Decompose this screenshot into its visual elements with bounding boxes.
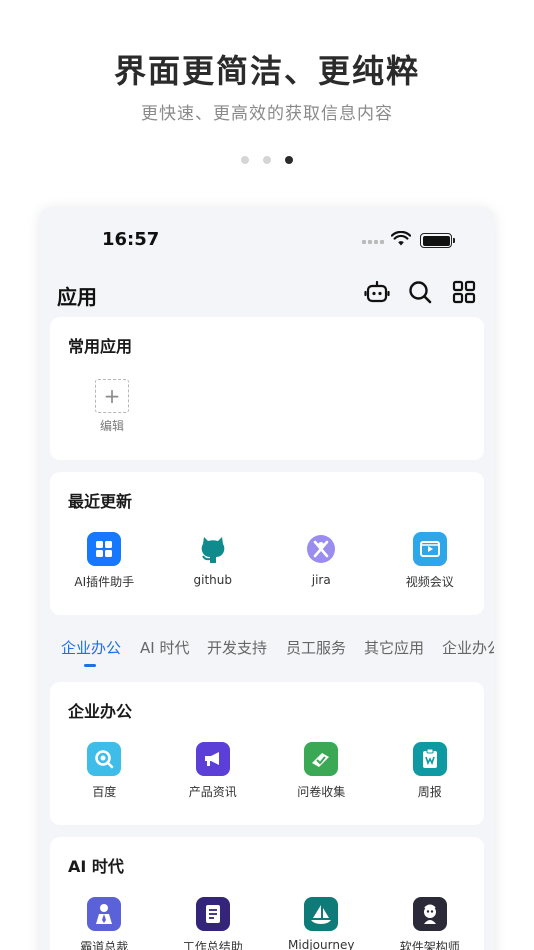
app-president[interactable]: 霸道总裁 — [50, 897, 159, 950]
four-squares-icon — [87, 532, 122, 566]
app-label: 软件架构师 — [399, 940, 460, 950]
app-midjourney[interactable]: Midjourney — [267, 897, 376, 950]
app-label: github — [193, 573, 232, 587]
signal-icon — [362, 240, 384, 244]
hero-title: 界面更简洁、更纯粹 — [113, 52, 420, 90]
tab-indicator — [84, 664, 96, 667]
robot-icon[interactable] — [364, 279, 390, 305]
search-icon[interactable] — [407, 279, 433, 305]
category-tabs: 企业办公 AI 时代 开发支持 员工服务 其它应用 企业办公 — [40, 637, 494, 671]
tab-office-repeat[interactable]: 企业办公 — [442, 637, 494, 658]
survey-icon — [304, 742, 339, 776]
app-label: AI插件助手 — [74, 575, 135, 589]
app-baidu[interactable]: 百度 — [50, 742, 159, 800]
ai-section-title: AI 时代 — [68, 857, 124, 876]
tab-office[interactable]: 企业办公 — [61, 637, 121, 658]
app-bar: 应用 — [40, 279, 494, 309]
app-label: 周报 — [417, 785, 442, 799]
page-dot[interactable] — [241, 156, 249, 164]
app-github[interactable]: github — [159, 532, 268, 590]
tab-other-apps[interactable]: 其它应用 — [364, 637, 424, 658]
tab-dev-support[interactable]: 开发支持 — [207, 637, 267, 658]
app-work-summary[interactable]: 工作总结助 — [159, 897, 268, 950]
app-label: 问卷收集 — [297, 785, 346, 799]
app-survey[interactable]: 问卷收集 — [267, 742, 376, 800]
app-label: 霸道总裁 — [80, 940, 129, 950]
edit-label[interactable]: 编辑 — [80, 417, 144, 434]
app-label: jira — [311, 573, 331, 587]
app-label: 工作总结助 — [182, 940, 243, 950]
office-section-card: 企业办公 百度 产品资讯 问卷收集 周报 — [50, 682, 484, 825]
page-title: 应用 — [57, 285, 97, 309]
app-label: Midjourney — [288, 938, 355, 950]
app-software-architect[interactable]: 软件架构师 — [376, 897, 485, 950]
sailboat-icon — [304, 897, 339, 931]
common-apps-title: 常用应用 — [68, 337, 133, 356]
app-label: 产品资讯 — [188, 785, 237, 799]
page-indicator — [0, 156, 534, 164]
baidu-search-icon — [87, 742, 122, 776]
ai-section-card: AI 时代 霸道总裁 工作总结助 Midjourney 软件架构师 — [50, 837, 484, 950]
github-icon — [196, 532, 230, 566]
architect-icon — [412, 897, 447, 931]
hero-subtitle: 更快速、更高效的获取信息内容 — [141, 104, 393, 124]
app-video-meeting[interactable]: 视频会议 — [376, 532, 485, 590]
tab-ai-era[interactable]: AI 时代 — [140, 637, 189, 658]
phone-preview: 16:57 应用 常用应用 + 编辑 最近更新 AI插件助手 github ji… — [40, 207, 494, 950]
page-dot[interactable] — [263, 156, 271, 164]
plus-icon: + — [103, 384, 121, 408]
president-icon — [87, 897, 122, 931]
app-ai-plugin[interactable]: AI插件助手 — [50, 532, 159, 590]
grid-icon[interactable] — [451, 279, 477, 305]
status-bar: 16:57 — [40, 229, 494, 253]
common-apps-card: 常用应用 + 编辑 — [50, 317, 484, 460]
page-dot-active[interactable] — [285, 156, 293, 164]
app-weekly-report[interactable]: 周报 — [376, 742, 485, 800]
app-product-news[interactable]: 产品资讯 — [159, 742, 268, 800]
notebook-icon — [195, 897, 230, 931]
app-label: 百度 — [92, 785, 117, 799]
jira-icon — [304, 532, 338, 566]
recent-updates-card: 最近更新 AI插件助手 github jira 视频会议 — [50, 472, 484, 615]
app-jira[interactable]: jira — [267, 532, 376, 590]
clipboard-icon — [412, 742, 447, 776]
wifi-icon — [391, 231, 411, 246]
office-section-title: 企业办公 — [68, 702, 133, 721]
tab-employee-service[interactable]: 员工服务 — [286, 637, 346, 658]
megaphone-icon — [195, 742, 230, 776]
battery-icon — [420, 233, 455, 248]
add-app-button[interactable]: + — [95, 379, 129, 413]
status-time: 16:57 — [102, 229, 160, 250]
app-label: 视频会议 — [405, 575, 454, 589]
video-icon — [412, 532, 447, 566]
recent-updates-title: 最近更新 — [68, 492, 133, 511]
